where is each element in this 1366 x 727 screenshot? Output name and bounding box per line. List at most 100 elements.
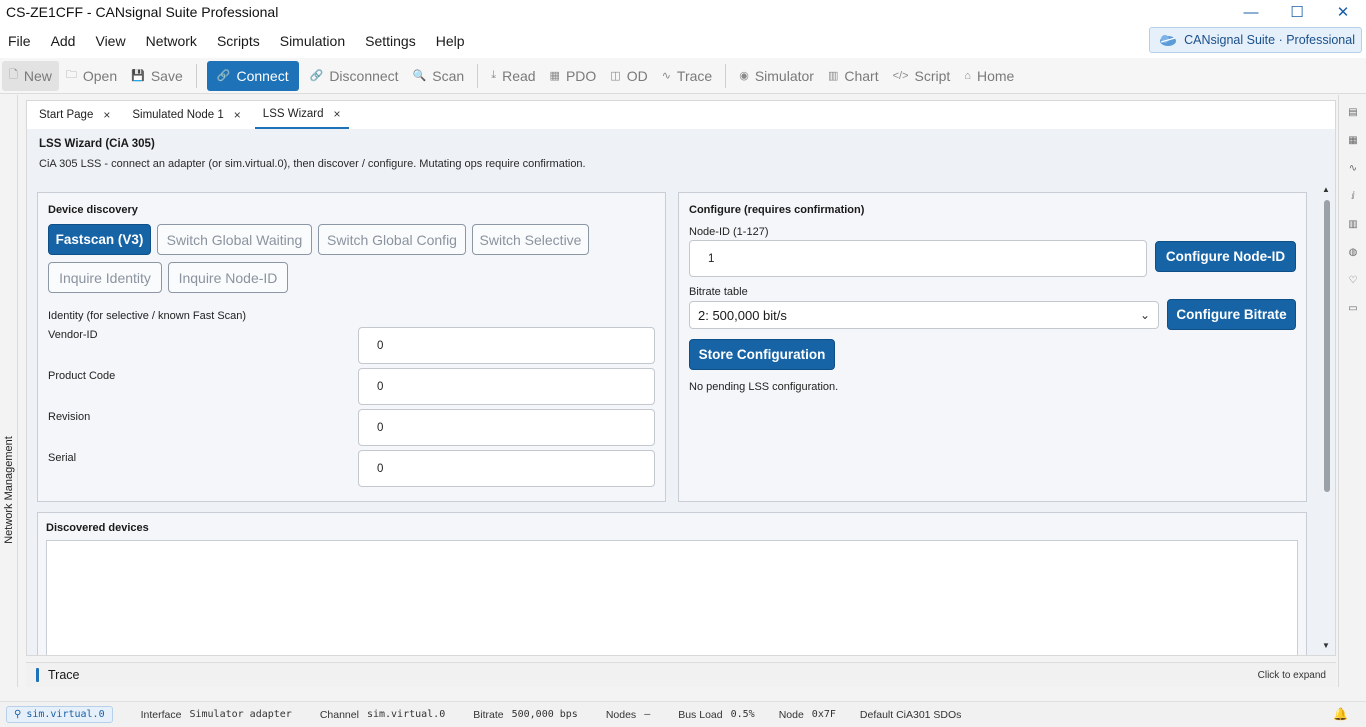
chart-label: Chart [844,67,879,84]
home-label: Home [976,67,1015,84]
adapter-chip-label: sim.virtual.0 [26,709,105,720]
lss-wizard-page: LSS Wizard (CiA 305) CiA 305 LSS - conne… [27,129,1335,655]
inquire-identity-button[interactable]: Inquire Identity [48,262,162,293]
pulse-icon[interactable]: ∿ [1346,162,1360,176]
disconnect-label: Disconnect [329,67,399,84]
inquire-node-id-button[interactable]: Inquire Node-ID [168,262,288,293]
save-button[interactable]: 💾 Save [124,61,190,91]
switch-selective-button[interactable]: Switch Selective [472,224,589,255]
vendor-id-input[interactable] [377,339,654,352]
close-icon[interactable]: × [234,108,241,122]
switch-global-waiting-button[interactable]: Switch Global Waiting [157,224,312,255]
book-icon: ◫ [610,70,621,82]
globe-icon[interactable]: ◍ [1346,246,1360,260]
trace-panel-collapsed[interactable]: Trace Click to expand [26,662,1336,687]
open-button[interactable]: 🗀 Open [59,61,124,91]
discovered-devices-list[interactable] [46,540,1298,655]
document-icon[interactable]: ▤ [1346,106,1360,120]
menu-settings[interactable]: Settings [365,33,416,49]
home-icon: ⌂ [964,69,971,82]
configure-bitrate-button[interactable]: Configure Bitrate [1167,299,1296,330]
node-id-label: Node-ID (1-127) [689,226,769,238]
pulse-icon: ∿ [661,70,671,82]
menu-scripts[interactable]: Scripts [217,33,260,49]
home-button[interactable]: ⌂ Home [957,61,1021,91]
product-code-field[interactable] [358,368,655,405]
product-code-input[interactable] [377,380,654,393]
adapter-chip[interactable]: ⚲ sim.virtual.0 [6,706,113,723]
switch-global-config-button[interactable]: Switch Global Config [318,224,466,255]
product-code-label: Product Code [48,370,116,382]
read-button[interactable]: ⤓ Read [484,61,542,91]
tab-lss-wizard[interactable]: LSS Wizard × [254,101,349,129]
scrollbar-thumb[interactable] [1324,200,1330,492]
table-icon[interactable]: ▦ [1346,134,1360,148]
scan-button[interactable]: 🔍 Scan [406,61,472,91]
edition-badge[interactable]: CANsignal Suite · Professional [1149,27,1362,53]
script-button[interactable]: </> Script [886,61,958,91]
status-value: 500,000 bps [511,708,578,720]
bitrate-select[interactable]: 2: 500,000 bit/s ⌄ [689,301,1159,329]
page-scrollbar[interactable]: ▲ ▼ [1321,185,1333,655]
od-button[interactable]: ◫ OD [603,61,654,91]
disconnect-button[interactable]: 🔗 Disconnect [303,61,406,91]
scroll-down-icon[interactable]: ▼ [1322,641,1330,650]
od-label: OD [626,67,648,84]
connect-button[interactable]: 🔗 Connect [206,60,299,91]
status-value: sim.virtual.0 [366,708,446,720]
menu-network[interactable]: Network [146,33,197,49]
status-key: Bus Load [678,708,723,721]
revision-field[interactable] [358,409,655,446]
node-id-input[interactable] [708,252,1146,265]
scroll-up-icon[interactable]: ▲ [1322,185,1330,194]
tab-start-page[interactable]: Start Page × [31,101,118,129]
trace-button[interactable]: ∿ Trace [655,61,720,91]
variable-icon[interactable]: ⅈ [1346,190,1360,204]
bar-chart-icon[interactable]: ▥ [1346,218,1360,232]
minimize-button[interactable]: — [1228,0,1274,24]
serial-input[interactable] [377,462,654,475]
maximize-button[interactable]: ☐ [1274,0,1320,24]
heart-icon[interactable]: ♡ [1346,274,1360,288]
status-key: Node [778,708,804,721]
left-dock-strip: Network Management [0,95,18,687]
serial-field[interactable] [358,450,655,487]
close-icon[interactable]: × [334,107,341,121]
tab-label: LSS Wizard [262,108,324,120]
expand-hint[interactable]: Click to expand [1258,670,1326,681]
revision-input[interactable] [377,421,654,434]
new-button[interactable]: 🗋 New [2,60,59,91]
menu-add[interactable]: Add [51,33,76,49]
notification-bell-icon[interactable]: 🔔 [1333,707,1348,721]
menu-file[interactable]: File [8,33,31,49]
network-management-dock-tab[interactable]: Network Management [0,435,18,545]
folder-icon[interactable]: ▭ [1346,302,1360,316]
fastscan-button[interactable]: Fastscan (V3) [48,224,151,255]
menu-bar: File Add View Network Scripts Simulation… [0,24,1366,58]
trace-label: Trace [676,67,713,84]
window-title: CS-ZE1CFF - CANsignal Suite Professional [6,4,279,20]
status-value: 0.5% [730,708,755,720]
trace-accent [36,668,39,682]
store-configuration-button[interactable]: Store Configuration [689,339,835,370]
node-id-field[interactable] [689,240,1147,277]
menu-view[interactable]: View [95,33,125,49]
configure-node-id-button[interactable]: Configure Node-ID [1155,241,1296,272]
tab-simulated-node-1[interactable]: Simulated Node 1 × [124,101,248,129]
menu-help[interactable]: Help [436,33,465,49]
simulator-button[interactable]: ◉ Simulator [732,61,821,91]
download-icon: ⤓ [491,69,497,81]
device-discovery-panel: Device discovery Fastscan (V3) Switch Gl… [37,192,666,502]
read-label: Read [502,67,536,84]
close-icon[interactable]: × [103,108,110,122]
serial-label: Serial [48,452,77,464]
toolbar-separator [725,63,727,88]
menu-simulation[interactable]: Simulation [280,33,345,49]
close-window-button[interactable]: ✕ [1320,0,1366,24]
unplug-icon: 🔗 [309,70,324,82]
main-toolbar: 🗋 New 🗀 Open 💾 Save 🔗 Connect 🔗 Disconnect 🔍 S… [0,58,1366,94]
vendor-id-field[interactable] [358,327,655,364]
code-icon: </> [892,69,909,82]
chart-button[interactable]: ▥ Chart [821,61,886,91]
pdo-button[interactable]: ▦ PDO [543,61,604,91]
